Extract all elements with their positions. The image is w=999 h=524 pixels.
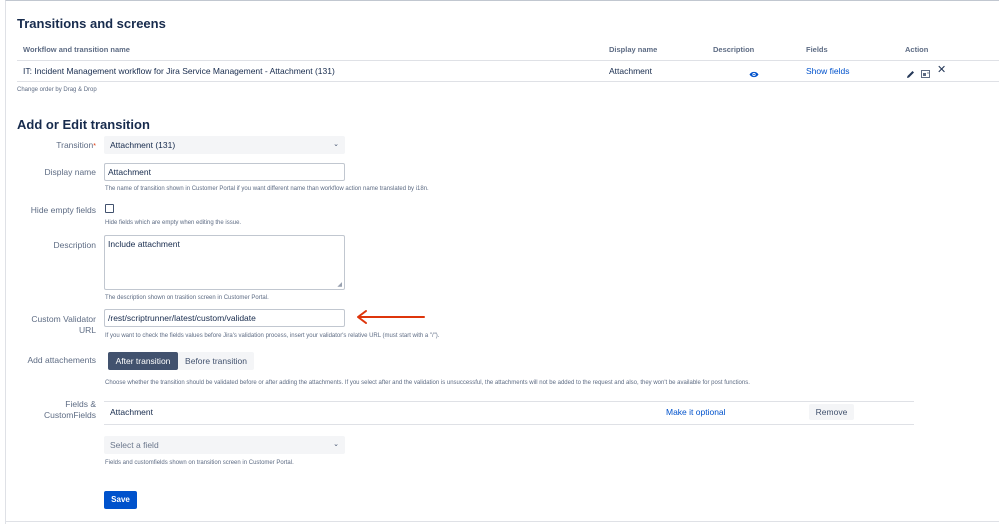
save-button[interactable]: Save (104, 491, 137, 509)
col-header-action: Action (905, 45, 929, 54)
validator-url-input[interactable]: /rest/scriptrunner/latest/custom/validat… (104, 309, 345, 327)
red-arrow-annotation (356, 309, 426, 330)
page-bottom-border (5, 521, 999, 522)
fields-table-top (104, 401, 914, 402)
resize-handle-icon[interactable]: ◢ (337, 281, 342, 288)
col-header-display: Display name (609, 45, 658, 54)
hide-empty-help: Hide fields which are empty when editing… (105, 220, 242, 226)
validator-help: If you want to check the fields values b… (105, 333, 440, 339)
hide-empty-label: Hide empty fields (30, 205, 96, 215)
transition-label: Transition* (56, 140, 96, 150)
hide-empty-checkbox[interactable] (105, 204, 114, 213)
fields-label: Fields & CustomFields (44, 399, 96, 420)
validator-label: Custom Validator URL (31, 314, 96, 335)
chevron-down-icon: ⌄ (333, 141, 339, 148)
row-display: Attachment (609, 66, 652, 76)
description-textarea[interactable]: Include attachment ◢ (104, 235, 345, 290)
remove-button[interactable]: Remove (809, 404, 854, 420)
display-name-input[interactable]: Attachment (104, 163, 345, 181)
close-icon[interactable]: ✕ (937, 65, 946, 76)
description-help: The description shown on trasition scree… (105, 295, 269, 301)
col-header-name: Workflow and transition name (23, 45, 130, 54)
display-name-help: The name of transition shown in Customer… (105, 186, 429, 192)
field-row-name: Attachment (110, 407, 153, 417)
col-header-fields: Fields (806, 45, 828, 54)
description-label: Description (53, 240, 96, 250)
table-divider (17, 60, 999, 61)
row-divider (17, 81, 999, 82)
fields-table-bottom (104, 424, 914, 425)
section-title: Transitions and screens (17, 16, 166, 31)
description-value: Include attachment (108, 239, 180, 249)
display-name-label: Display name (44, 167, 97, 177)
row-name: IT: Incident Management workflow for Jir… (23, 66, 335, 76)
before-transition-button[interactable]: Before transition (178, 352, 254, 370)
make-optional-link[interactable]: Make it optional (666, 407, 726, 417)
after-transition-button[interactable]: After transition (108, 352, 178, 370)
col-header-description: Description (713, 45, 755, 54)
show-fields-link[interactable]: Show fields (806, 66, 849, 76)
attach-help: Choose whether the transition should be … (105, 380, 750, 386)
attach-label: Add attachements (27, 355, 96, 365)
drag-note: Change order by Drag & Drop (17, 87, 97, 93)
select-field-dropdown[interactable]: Select a field ⌄ (104, 436, 345, 454)
transition-select[interactable]: Attachment (131) ⌄ (104, 136, 345, 154)
form-title: Add or Edit transition (17, 117, 150, 132)
fields-help: Fields and customfields shown on transit… (105, 460, 294, 466)
chevron-down-icon: ⌄ (333, 441, 339, 448)
